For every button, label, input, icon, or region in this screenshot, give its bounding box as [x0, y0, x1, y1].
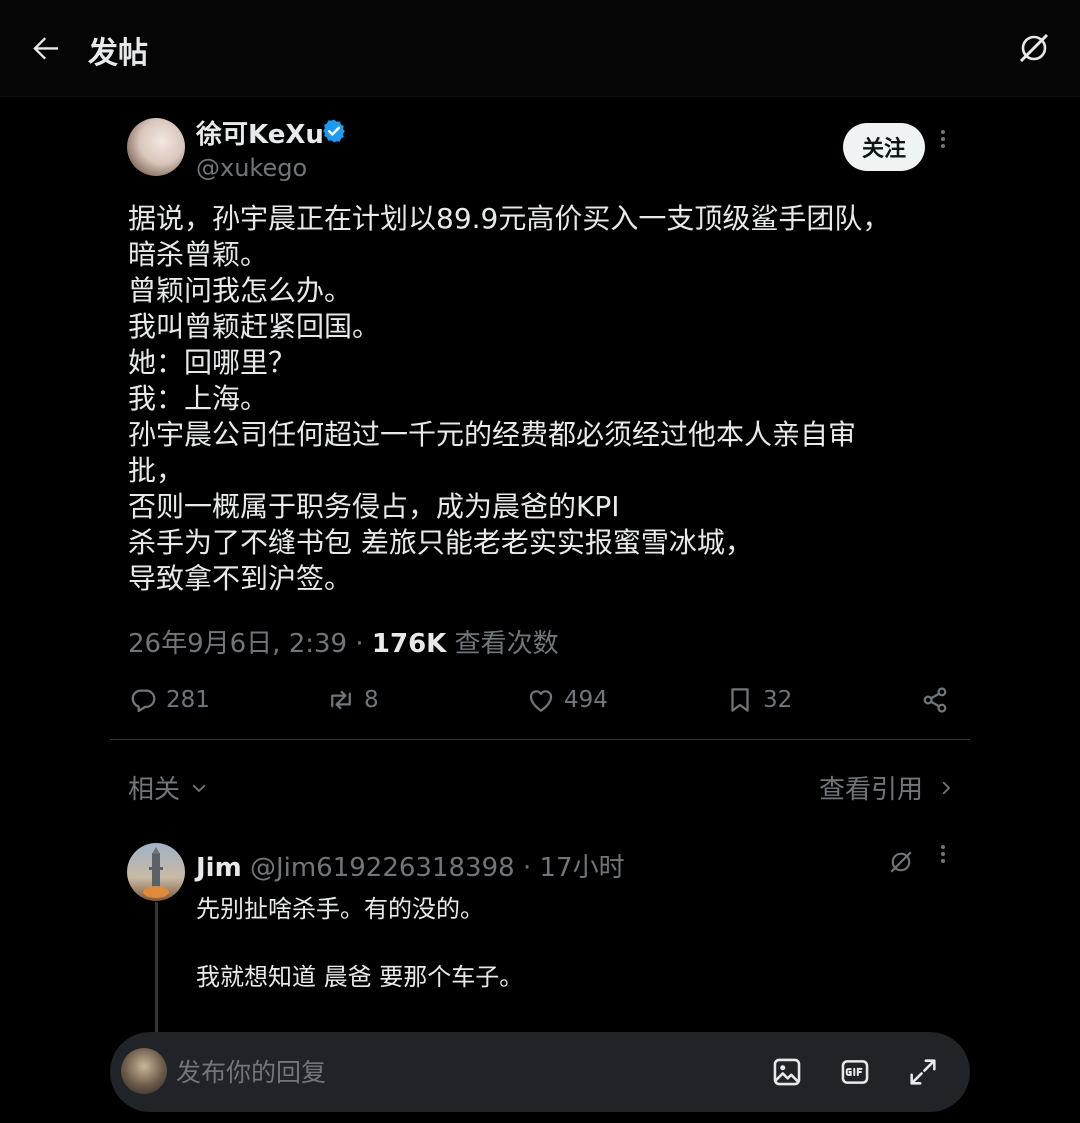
grok-icon[interactable]	[1014, 28, 1054, 68]
sort-dropdown[interactable]: 相关	[128, 769, 208, 806]
view-quotes-label: 查看引用	[819, 775, 924, 805]
timestamp[interactable]: 26年9月6日, 2:39	[128, 629, 347, 659]
like-count: 494	[564, 687, 608, 713]
expand-icon[interactable]	[906, 1055, 940, 1089]
reply-time[interactable]: · 17小时	[515, 853, 625, 883]
tweet-line: 曾颖问我怎么办。	[128, 274, 353, 307]
tweet-line: 我：上海。	[128, 382, 269, 415]
share-icon	[923, 687, 947, 713]
rocket-avatar-image	[143, 847, 169, 898]
tweet-line: 据说，孙宇晨正在计划以89.9元高价买入一支顶级鲨手团队，	[128, 202, 891, 235]
views-label: 查看次数	[446, 629, 559, 659]
back-arrow-icon[interactable]	[28, 30, 64, 66]
reply-blank-line	[196, 926, 523, 960]
gif-icon[interactable]	[838, 1055, 872, 1089]
repost-count: 8	[364, 687, 379, 713]
tweet-line: 孙宇晨公司任何超过一千元的经费都必须经过他本人亲自审	[128, 418, 857, 451]
heart-icon	[529, 690, 553, 712]
reply-input[interactable]	[176, 1052, 736, 1092]
tweet-meta: 26年9月6日, 2:39 · 176K 查看次数	[128, 623, 559, 660]
reply-icon	[131, 689, 156, 712]
reply-avatar[interactable]	[127, 843, 185, 901]
tweet-text: 据说，孙宇晨正在计划以89.9元高价买入一支顶级鲨手团队， 暗杀曾颖。 曾颖问我…	[128, 201, 968, 597]
reply-author-handle[interactable]: @Jim619226318398	[250, 853, 515, 883]
reply-author-name[interactable]: Jim	[196, 853, 242, 883]
view-quotes-link[interactable]: 查看引用	[819, 769, 955, 806]
tweet-line: 否则一概属于职务侵占，成为晨爸的KPI	[128, 490, 620, 523]
reply-composer	[110, 1032, 970, 1112]
bookmark-icon	[731, 688, 749, 712]
meta-separator: ·	[347, 629, 372, 659]
tweet-line: 她：回哪里？	[128, 346, 297, 379]
tweet-line: 暗杀曾颖。	[128, 238, 269, 271]
divider	[110, 739, 970, 740]
reply-line: 先别扯啥杀手。有的没的。	[196, 895, 484, 923]
chevron-down-icon	[192, 784, 206, 792]
author-avatar[interactable]	[127, 118, 185, 176]
bookmark-button[interactable]: 32	[725, 680, 792, 720]
composer-avatar	[121, 1048, 167, 1094]
share-button[interactable]	[920, 680, 958, 720]
reply-text: 先别扯啥杀手。有的没的。 我就想知道 晨爸 要那个车子。	[196, 892, 523, 994]
reply-count: 281	[166, 687, 210, 713]
image-upload-icon[interactable]	[770, 1055, 804, 1089]
tweet-line: 杀手为了不缝书包 差旅只能老老实实报蜜雪冰城，	[128, 526, 753, 559]
reply-more-options-icon[interactable]	[933, 842, 953, 882]
tweet-line: 导致拿不到沪签。	[128, 562, 353, 595]
thread-line	[155, 902, 158, 1032]
bookmark-count: 32	[763, 687, 793, 713]
repost-icon	[331, 690, 351, 710]
sort-label: 相关	[128, 775, 181, 805]
reply-header: Jim @Jim619226318398 · 17小时	[196, 847, 625, 884]
repost-button[interactable]: 8	[326, 680, 379, 720]
action-bar: 281 8 494 32	[128, 680, 958, 720]
author-handle[interactable]: @xukego	[196, 154, 307, 182]
like-button[interactable]: 494	[526, 680, 608, 720]
more-options-icon[interactable]	[933, 127, 953, 167]
tweet-line: 批，	[128, 454, 185, 487]
reply-line: 我就想知道 晨爸 要那个车子。	[196, 963, 524, 991]
author-name[interactable]: 徐可KeXu	[196, 114, 324, 151]
views-count: 176K	[371, 629, 447, 659]
tweet-line: 我叫曾颖赶紧回国。	[128, 310, 381, 343]
page-title: 发帖	[88, 36, 148, 71]
follow-button[interactable]: 关注	[843, 123, 925, 171]
reply-button[interactable]: 281	[128, 680, 210, 720]
top-bar: 发帖	[0, 0, 1080, 97]
chevron-right-icon	[942, 781, 950, 794]
grok-icon[interactable]	[886, 847, 916, 877]
verified-badge-icon	[321, 118, 347, 144]
